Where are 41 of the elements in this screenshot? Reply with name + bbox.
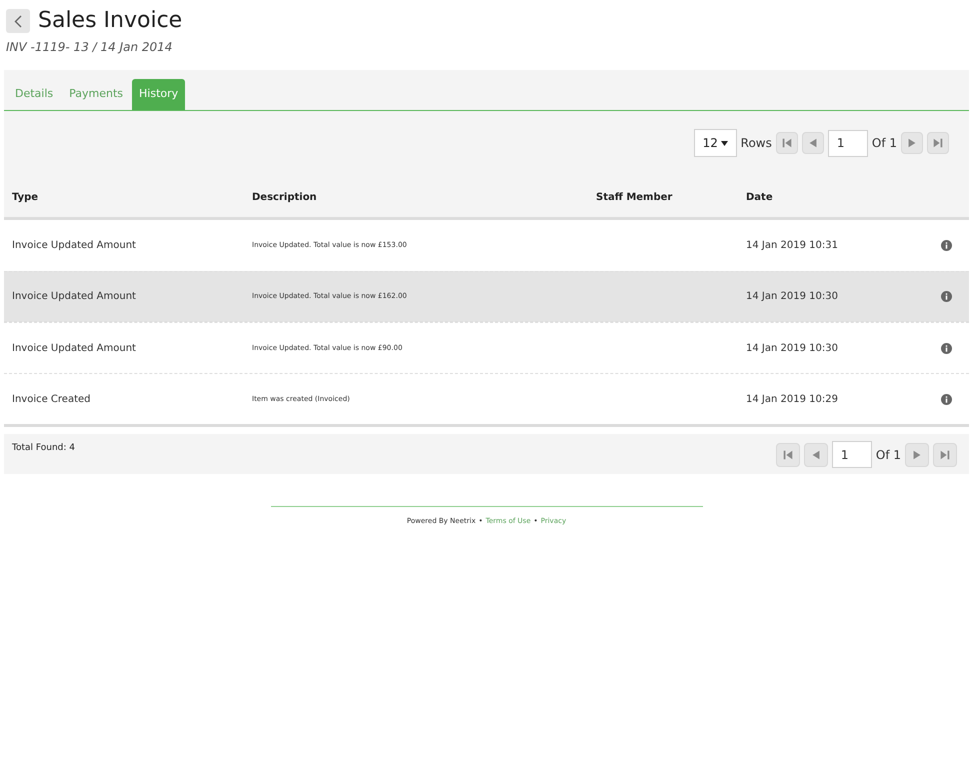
rows-label: Rows <box>740 135 772 152</box>
skip-back-icon <box>782 448 794 460</box>
first-page-button[interactable] <box>776 132 798 154</box>
triangle-right-icon <box>906 137 918 149</box>
last-page-button[interactable] <box>927 132 949 154</box>
page-number-field[interactable]: 1 <box>832 441 872 468</box>
previous-page-button[interactable] <box>802 132 824 154</box>
table-cell-text: 14 Jan 2019 10:29 <box>745 392 839 406</box>
info-icon[interactable] <box>940 240 952 251</box>
next-page-button[interactable] <box>901 132 923 154</box>
page-title: Sales Invoice <box>38 7 182 35</box>
info-icon[interactable] <box>940 342 952 354</box>
rows-per-page-select[interactable]: 12 <box>694 129 737 157</box>
table-cell-text: Invoice Updated Amount <box>11 239 137 253</box>
last-page-button[interactable] <box>933 442 957 466</box>
invoice-subtitle: INV -1119- 13 / 14 Jan 2014 <box>6 39 174 56</box>
next-page-button[interactable] <box>905 442 929 466</box>
total-found: Total Found: 4 <box>12 442 75 455</box>
column-header: Description <box>251 190 318 204</box>
table-cell-text: Invoice Updated Amount <box>11 290 137 304</box>
first-page-button[interactable] <box>776 442 800 466</box>
table-cell-text: Invoice Updated Amount <box>11 342 137 356</box>
page-count: Of 1 <box>872 135 897 152</box>
table-cell-text: 14 Jan 2019 10:30 <box>745 342 839 356</box>
previous-page-button[interactable] <box>804 442 828 466</box>
column-header: Staff Member <box>595 190 674 204</box>
info-icon[interactable] <box>940 394 952 404</box>
back-button[interactable] <box>6 9 30 33</box>
column-header: Type <box>11 190 40 204</box>
page-count: Of 1 <box>876 446 901 464</box>
page-number-field[interactable]: 1 <box>828 130 868 156</box>
skip-back-icon <box>780 137 793 149</box>
table-cell-text: 14 Jan 2019 10:31 <box>745 239 839 253</box>
skip-forward-icon <box>939 448 951 460</box>
skip-forward-icon <box>932 137 944 149</box>
table-cell-text: 14 Jan 2019 10:30 <box>745 290 839 304</box>
triangle-right-icon <box>911 448 923 460</box>
column-header: Date <box>745 190 774 204</box>
info-icon[interactable] <box>940 291 952 302</box>
caret-down-icon <box>720 140 728 146</box>
table-cell-text: Invoice Created <box>11 392 92 406</box>
